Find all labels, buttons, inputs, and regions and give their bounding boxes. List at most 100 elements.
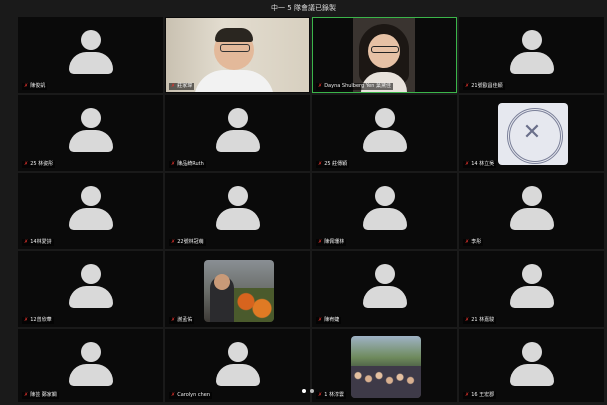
participant-name: 陳芸 鄭家嫻 xyxy=(30,392,57,398)
participant-name: 25 林姿彤 xyxy=(30,161,54,167)
microphone-muted-icon: ✗ xyxy=(465,161,470,167)
participant-name-label: ✗ 25 林姿彤 xyxy=(22,161,56,168)
default-avatar-icon xyxy=(68,342,113,388)
default-avatar-icon xyxy=(68,186,113,232)
default-avatar-icon xyxy=(68,264,113,310)
participant-tile[interactable]: ✗ 莊家瑋 xyxy=(165,17,310,93)
microphone-muted-icon: ✗ xyxy=(318,392,323,398)
participant-name-label: ✗ 21號歐昌佳穎 xyxy=(463,83,505,90)
microphone-muted-icon: ✗ xyxy=(24,317,29,323)
participant-tile[interactable]: ✗ 謝孟佑 xyxy=(165,251,310,327)
participant-name: 12曾欣華 xyxy=(30,317,52,323)
microphone-muted-icon: ✗ xyxy=(171,239,176,245)
microphone-muted-icon: ✗ xyxy=(171,317,176,323)
participant-tile[interactable]: ✗ 21 林嘉駿 xyxy=(459,251,604,327)
microphone-muted-icon: ✗ xyxy=(318,317,323,323)
participant-name-label: ✗ 謝孟佑 xyxy=(169,317,195,324)
default-avatar-icon xyxy=(509,186,554,232)
microphone-muted-icon: ✗ xyxy=(318,161,323,167)
participant-tile[interactable]: ✗ Carolyn chen xyxy=(165,329,310,402)
page-dot-2[interactable] xyxy=(310,389,314,393)
participant-name: 21 林嘉駿 xyxy=(471,317,495,323)
participant-gallery: ✗ 陳俊凱 ✗ 莊家瑋 ✗ Dayna Shulberg Yen 葉黛佳 ✗ 21號歐昌佳穎 ✗… xyxy=(18,17,604,403)
default-avatar-icon xyxy=(215,108,260,154)
participant-name: 陳宥婕 xyxy=(324,317,340,323)
participant-profile-picture xyxy=(351,336,421,398)
microphone-muted-icon: ✗ xyxy=(465,317,470,323)
participant-name-label: ✗ 12曾欣華 xyxy=(22,317,54,324)
participant-name: 陳俊凱 xyxy=(30,83,46,89)
participant-name: 謝孟佑 xyxy=(177,317,193,323)
participant-tile[interactable]: ✗ Dayna Shulberg Yen 葉黛佳 xyxy=(312,17,457,93)
microphone-muted-icon: ✗ xyxy=(171,83,176,89)
microphone-muted-icon: ✗ xyxy=(24,83,29,89)
participant-name: Dayna Shulberg Yen 葉黛佳 xyxy=(324,83,392,89)
default-avatar-icon xyxy=(215,342,260,388)
microphone-muted-icon: ✗ xyxy=(24,161,29,167)
microphone-muted-icon: ✗ xyxy=(24,392,29,398)
participant-name: 陳佩珊林 xyxy=(324,239,345,245)
participant-name-label: ✗ 李彤 xyxy=(463,239,484,246)
participant-name-label: ✗ 陳佩珊林 xyxy=(316,239,347,246)
participant-name-label: ✗ 1 林淳雲 xyxy=(316,392,346,399)
participant-profile-picture: ✕ xyxy=(498,103,568,165)
participant-name-label: ✗ 陳俊凱 xyxy=(22,83,48,90)
participant-name: 1 林淳雲 xyxy=(324,392,344,398)
participant-name: 莊家瑋 xyxy=(177,83,193,89)
participant-tile[interactable]: ✗ 1 林淳雲 xyxy=(312,329,457,402)
participant-video xyxy=(166,18,309,92)
participant-name: 16 王宏郡 xyxy=(471,392,495,398)
participant-tile[interactable]: ✗ 22號林冠萌 xyxy=(165,173,310,249)
microphone-muted-icon: ✗ xyxy=(318,239,323,245)
participant-tile[interactable]: ✗ 陳佩珊林 xyxy=(312,173,457,249)
participant-name-label: ✗ Carolyn chen xyxy=(169,392,213,399)
participant-name-label: ✗ 陳品綺Ruth xyxy=(169,161,206,168)
participant-tile[interactable]: ✗ 25 莊傳穎 xyxy=(312,95,457,171)
default-avatar-icon xyxy=(509,342,554,388)
microphone-muted-icon: ✗ xyxy=(465,392,470,398)
microphone-muted-icon: ✗ xyxy=(465,239,470,245)
default-avatar-icon xyxy=(215,186,260,232)
participant-name-label: ✗ 21 林嘉駿 xyxy=(463,317,497,324)
participant-tile[interactable]: ✕ ✗ 14 林立吳 xyxy=(459,95,604,171)
participant-tile[interactable]: ✗ 16 王宏郡 xyxy=(459,329,604,402)
default-avatar-icon xyxy=(509,30,554,76)
participant-name-label: ✗ 14 林立吳 xyxy=(463,161,497,168)
default-avatar-icon xyxy=(362,186,407,232)
participant-name-label: ✗ 陳宥婕 xyxy=(316,317,342,324)
participant-tile[interactable]: ✗ 李彤 xyxy=(459,173,604,249)
participant-name: 14 林立吳 xyxy=(471,161,495,167)
meeting-title: 中一 5 隊會議已錄製 xyxy=(271,4,336,12)
participant-name-label: ✗ 陳芸 鄭家嫻 xyxy=(22,392,59,399)
participant-profile-picture xyxy=(204,260,274,322)
participant-name: 25 莊傳穎 xyxy=(324,161,348,167)
microphone-muted-icon: ✗ xyxy=(465,83,470,89)
participant-video xyxy=(353,18,415,92)
participant-name-label: ✗ Dayna Shulberg Yen 葉黛佳 xyxy=(316,83,394,90)
participant-tile[interactable]: ✗ 陳品綺Ruth xyxy=(165,95,310,171)
microphone-muted-icon: ✗ xyxy=(171,161,176,167)
participant-name-label: ✗ 22號林冠萌 xyxy=(169,239,206,246)
participant-name: 李彤 xyxy=(471,239,482,245)
participant-tile[interactable]: ✗ 陳宥婕 xyxy=(312,251,457,327)
page-indicator[interactable] xyxy=(300,378,320,393)
microphone-muted-icon: ✗ xyxy=(24,239,29,245)
participant-name: 陳品綺Ruth xyxy=(177,161,204,167)
participant-name: 21號歐昌佳穎 xyxy=(471,83,503,89)
participant-tile[interactable]: ✗ 陳芸 鄭家嫻 xyxy=(18,329,163,402)
default-avatar-icon xyxy=(509,264,554,310)
participant-name-label: ✗ 16 王宏郡 xyxy=(463,392,497,399)
default-avatar-icon xyxy=(362,108,407,154)
default-avatar-icon xyxy=(68,108,113,154)
default-avatar-icon xyxy=(362,264,407,310)
participant-name-label: ✗ 莊家瑋 xyxy=(169,83,195,90)
participant-tile[interactable]: ✗ 14林愛詩 xyxy=(18,173,163,249)
participant-name: 14林愛詩 xyxy=(30,239,52,245)
participant-tile[interactable]: ✗ 25 林姿彤 xyxy=(18,95,163,171)
participant-tile[interactable]: ✗ 陳俊凱 xyxy=(18,17,163,93)
participant-name: 22號林冠萌 xyxy=(177,239,204,245)
microphone-muted-icon: ✗ xyxy=(171,392,176,398)
page-dot-1[interactable] xyxy=(302,389,306,393)
participant-tile[interactable]: ✗ 12曾欣華 xyxy=(18,251,163,327)
participant-tile[interactable]: ✗ 21號歐昌佳穎 xyxy=(459,17,604,93)
